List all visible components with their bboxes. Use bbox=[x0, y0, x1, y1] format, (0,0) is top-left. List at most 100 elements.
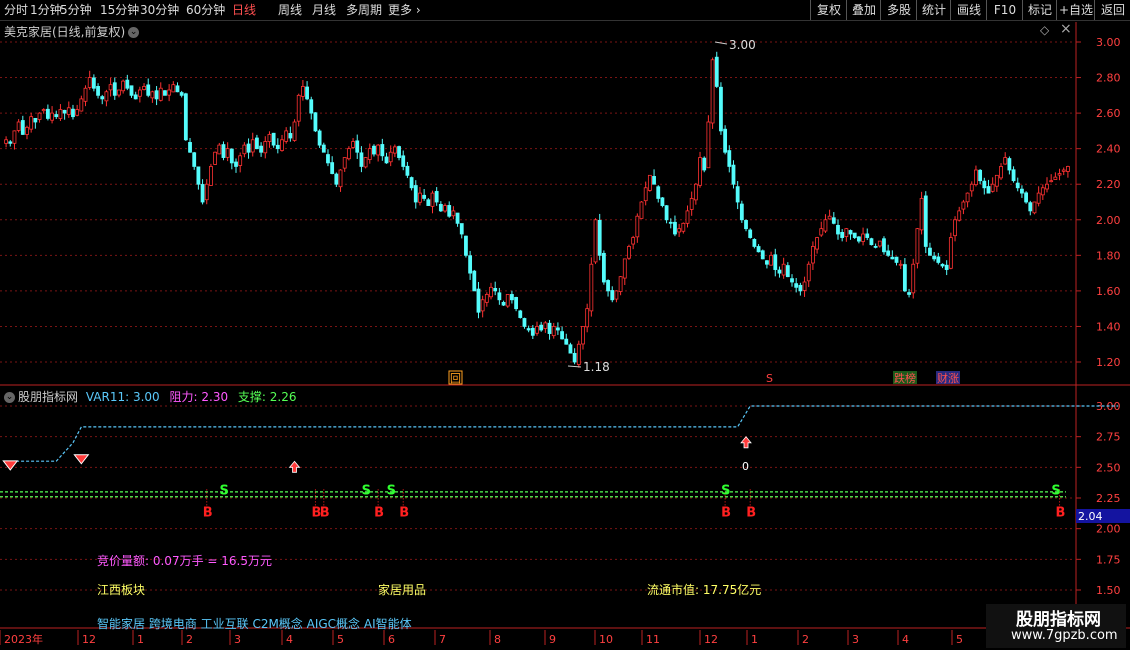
candle-body bbox=[196, 166, 201, 185]
candle-body bbox=[969, 183, 974, 192]
candle-body bbox=[363, 157, 368, 168]
industry-label: 家居用品 bbox=[378, 583, 427, 597]
candle-body bbox=[263, 141, 268, 154]
candle-body bbox=[923, 195, 928, 247]
candle-body bbox=[16, 121, 21, 131]
b-signal: B bbox=[399, 505, 409, 520]
candle-body bbox=[631, 237, 636, 245]
candle-body bbox=[769, 254, 774, 266]
candle-body bbox=[121, 80, 126, 92]
tab-timeframe-8[interactable]: 月线 bbox=[312, 2, 336, 18]
candle-body bbox=[781, 263, 786, 276]
candle-body bbox=[305, 86, 309, 100]
event-marker: 回 bbox=[450, 372, 461, 385]
candle-body bbox=[497, 292, 502, 301]
candle-body bbox=[689, 198, 694, 210]
candle-body bbox=[480, 299, 485, 312]
candle-body bbox=[12, 130, 17, 144]
candle-body bbox=[372, 145, 376, 155]
toolbar-button-8[interactable]: 返回 bbox=[1094, 0, 1130, 20]
candle-body bbox=[915, 228, 920, 264]
x-axis-label: 12 bbox=[704, 633, 718, 646]
candle-body bbox=[459, 223, 464, 235]
tab-timeframe-2[interactable]: 5分钟 bbox=[60, 2, 92, 18]
x-axis-label: 1 bbox=[751, 633, 758, 646]
toolbar-button-1[interactable]: 叠加 bbox=[846, 0, 881, 20]
candle-body bbox=[647, 174, 652, 191]
candle-body bbox=[932, 255, 937, 260]
candle-body bbox=[246, 143, 251, 153]
candle-body bbox=[581, 326, 585, 345]
tab-timeframe-4[interactable]: 30分钟 bbox=[140, 2, 179, 18]
candle-body bbox=[447, 205, 452, 217]
x-axis-label: 3 bbox=[234, 633, 241, 646]
candle-body bbox=[413, 185, 418, 203]
candle-body bbox=[468, 255, 473, 274]
main-tick-label: 2.00 bbox=[1096, 214, 1121, 227]
tab-timeframe-7[interactable]: 周线 bbox=[278, 2, 302, 18]
candle-body bbox=[108, 84, 113, 91]
candle-body bbox=[1061, 169, 1066, 172]
toolbar-button-5[interactable]: F10 bbox=[986, 0, 1023, 20]
toolbar-button-7[interactable]: +自选 bbox=[1056, 0, 1095, 20]
candle-body bbox=[288, 133, 293, 139]
indicator-tick-label: 2.75 bbox=[1096, 431, 1121, 444]
candle-body bbox=[422, 194, 427, 199]
candle-body bbox=[426, 199, 431, 206]
x-axis-label: 4 bbox=[902, 633, 909, 646]
candle-body bbox=[589, 263, 594, 312]
tab-timeframe-0[interactable]: 分时 bbox=[4, 2, 28, 18]
tab-timeframe-5[interactable]: 60分钟 bbox=[186, 2, 225, 18]
candle-body bbox=[179, 92, 184, 96]
candle-body bbox=[75, 109, 80, 116]
toolbar-button-4[interactable]: 画线 bbox=[950, 0, 987, 20]
x-axis-label: 2 bbox=[186, 633, 193, 646]
main-tick-label: 1.40 bbox=[1096, 320, 1121, 333]
tab-timeframe-1[interactable]: 1分钟 bbox=[30, 2, 62, 18]
toolbar-button-6[interactable]: 标记 bbox=[1022, 0, 1057, 20]
candle-body bbox=[171, 84, 176, 93]
candle-body bbox=[710, 59, 715, 124]
candle-body bbox=[1066, 166, 1070, 172]
candle-body bbox=[539, 324, 544, 331]
candle-body bbox=[137, 89, 142, 97]
candle-body bbox=[982, 180, 987, 189]
x-axis-label: 5 bbox=[956, 633, 963, 646]
zero-marker: 0 bbox=[742, 460, 749, 473]
candle-body bbox=[430, 192, 435, 207]
candle-body bbox=[125, 79, 130, 89]
candle-body bbox=[635, 215, 640, 238]
tab-timeframe-10[interactable]: 更多 › bbox=[388, 2, 421, 18]
candle-body bbox=[953, 219, 957, 237]
toolbar-button-2[interactable]: 多股 bbox=[880, 0, 917, 20]
main-tick-label: 2.60 bbox=[1096, 107, 1121, 120]
candle-body bbox=[685, 210, 690, 224]
x-axis-label: 11 bbox=[646, 633, 660, 646]
candle-body bbox=[735, 186, 740, 203]
candle-body bbox=[823, 219, 828, 232]
candle-body bbox=[597, 219, 602, 256]
candle-body bbox=[639, 201, 644, 219]
x-axis-label: 7 bbox=[439, 633, 446, 646]
toolbar-button-0[interactable]: 复权 bbox=[810, 0, 847, 20]
tab-timeframe-3[interactable]: 15分钟 bbox=[100, 2, 139, 18]
candle-body bbox=[367, 148, 372, 160]
tab-timeframe-9[interactable]: 多周期 bbox=[346, 2, 382, 18]
tab-timeframe-6[interactable]: 日线 bbox=[232, 2, 256, 18]
candle-body bbox=[213, 151, 218, 165]
candle-body bbox=[505, 294, 510, 307]
candle-body bbox=[727, 150, 732, 167]
candle-body bbox=[1028, 202, 1033, 212]
candle-body bbox=[564, 338, 569, 345]
candle-body bbox=[777, 269, 782, 274]
candle-body bbox=[1045, 183, 1049, 190]
main-tick-label: 1.80 bbox=[1096, 249, 1121, 262]
candle-body bbox=[898, 263, 903, 266]
candle-body bbox=[869, 238, 874, 246]
candle-body bbox=[510, 294, 514, 301]
candle-body bbox=[856, 236, 861, 242]
candle-body bbox=[355, 140, 360, 153]
candle-body bbox=[267, 134, 272, 142]
toolbar-button-3[interactable]: 统计 bbox=[916, 0, 951, 20]
indicator-toggle-icon[interactable]: ⌄ bbox=[4, 392, 15, 403]
